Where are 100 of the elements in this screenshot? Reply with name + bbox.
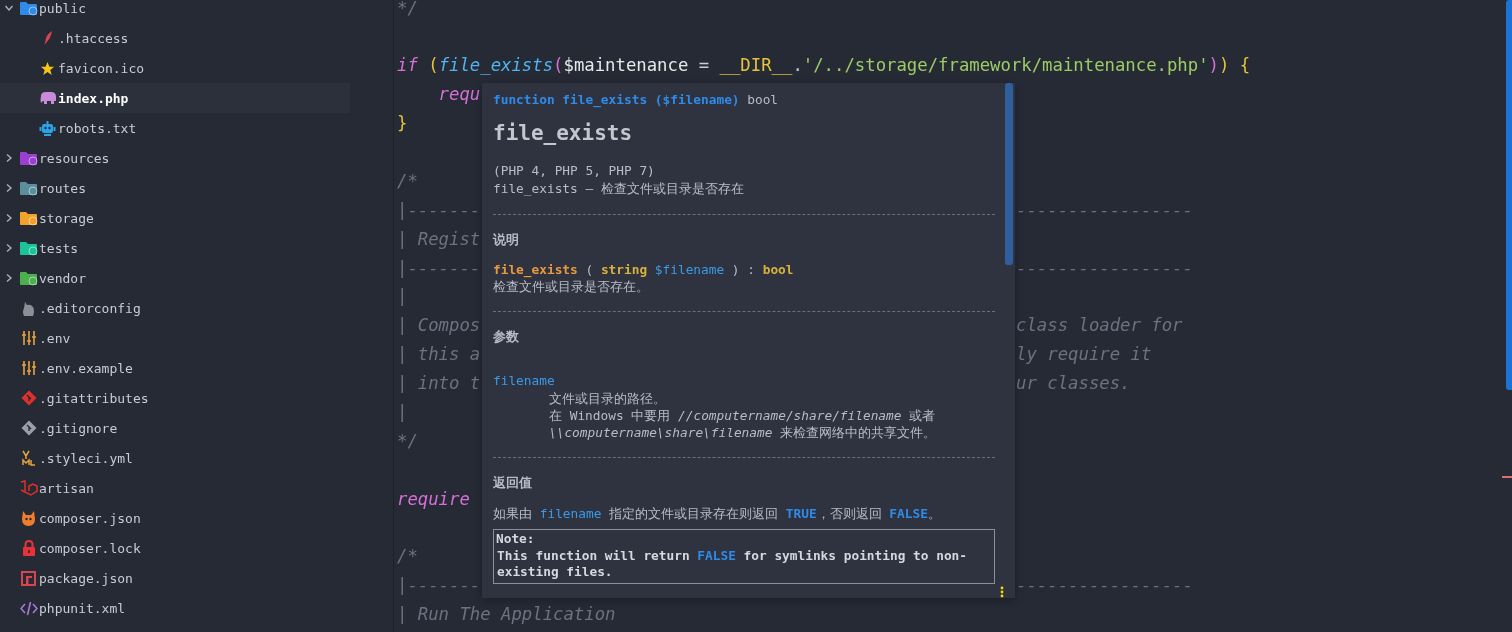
file-name: .htaccess: [58, 30, 129, 46]
code-line: */: [397, 430, 418, 451]
file-name: .styleci.yml: [39, 450, 133, 466]
file-name: tests: [39, 240, 79, 256]
robot-icon: [39, 119, 56, 137]
code-line: | this a: [397, 344, 481, 365]
section-heading: 返回值: [493, 474, 533, 492]
section-heading: 说明: [493, 231, 520, 249]
code-line: |: [397, 286, 408, 307]
file-name: artisan: [39, 480, 94, 496]
file-name: routes: [39, 180, 86, 196]
tree-item[interactable]: artisan: [0, 473, 350, 503]
more-icon[interactable]: [1000, 586, 1004, 598]
chevron-icon[interactable]: [4, 213, 14, 223]
sliders-icon: [20, 361, 37, 375]
chevron-icon[interactable]: [4, 243, 14, 253]
code-line: */: [397, 0, 418, 18]
file-name: .env: [39, 330, 71, 346]
code-line: /*: [397, 170, 418, 191]
version-text: (PHP 4, PHP 5, PHP 7): [493, 162, 656, 180]
code-line: }: [397, 113, 408, 134]
code-line: | Run The Application: [397, 604, 616, 625]
laravel-icon: [19, 479, 38, 497]
feather-icon: [42, 30, 53, 46]
code-line: ly require it: [1016, 343, 1152, 367]
error-marker: [1502, 476, 1512, 478]
code-line: |-------: [397, 199, 481, 220]
tree-item[interactable]: index.php: [0, 83, 350, 113]
folder-icon: [19, 0, 38, 16]
code-line: | into t: [397, 373, 481, 394]
tree-item[interactable]: .env: [0, 323, 350, 353]
folder-icon: [19, 150, 38, 166]
file-name: .editorconfig: [39, 300, 141, 316]
tree-item[interactable]: phpunit.xml: [0, 593, 350, 623]
chevron-icon[interactable]: [4, 3, 14, 13]
code-icon: [19, 600, 38, 616]
file-name: composer.lock: [39, 540, 141, 556]
elephant-icon: [38, 91, 57, 105]
code-line: -----------------: [1016, 574, 1193, 598]
star-icon: [40, 60, 55, 76]
folder-icon: [19, 240, 38, 256]
file-name: phpunit.xml: [39, 600, 126, 616]
note-text: This function will return FALSE for symlinks pointing to non-existing files.: [496, 547, 968, 581]
code-line: class loader for: [1016, 314, 1183, 338]
summary-text: file_exists — 检查文件或目录是否存在: [493, 180, 745, 198]
parameter-description: 在 Windows 中要用 //computername/share/filename 或者 \\computername\share\filename 来检查网络中的共享文件。: [548, 407, 938, 441]
file-name: robots.txt: [58, 120, 137, 136]
function-title: file_exists: [493, 120, 634, 147]
folder-icon: [19, 210, 38, 226]
note-title: Note:: [496, 531, 536, 548]
code-line: |: [397, 401, 408, 422]
file-name: .gitattributes: [39, 390, 149, 406]
code-line: |-------: [397, 257, 481, 278]
tree-item[interactable]: composer.json: [0, 503, 350, 533]
function-synopsis: file_exists ( string $filename ) : bool: [493, 261, 795, 278]
tree-item[interactable]: robots.txt: [0, 113, 350, 143]
tree-item[interactable]: composer.lock: [0, 533, 350, 563]
tree-item[interactable]: vendor: [0, 263, 350, 293]
section-heading: 参数: [493, 328, 520, 346]
tree-item[interactable]: .env.example: [0, 353, 350, 383]
chevron-icon[interactable]: [4, 183, 14, 193]
tree-item[interactable]: tests: [0, 233, 350, 263]
tree-item[interactable]: .editorconfig: [0, 293, 350, 323]
parameter-description: 文件或目录的路径。: [548, 390, 667, 407]
code-line: requ: [437, 84, 481, 105]
tree-item[interactable]: .styleci.yml: [0, 443, 350, 473]
code-line: ur classes.: [1016, 372, 1131, 396]
chevron-icon[interactable]: [4, 153, 14, 163]
git-icon: [20, 420, 37, 436]
tree-item[interactable]: storage: [0, 203, 350, 233]
tree-item[interactable]: .gitignore: [0, 413, 350, 443]
npm-icon: [21, 570, 36, 586]
tree-item[interactable]: .gitattributes: [0, 383, 350, 413]
folder-icon: [19, 180, 38, 196]
document-icon: [21, 450, 36, 466]
tree-item[interactable]: package.json: [0, 563, 350, 593]
tree-item[interactable]: public: [0, 0, 350, 23]
file-name: index.php: [58, 90, 129, 106]
composer-icon: [21, 509, 36, 527]
sliders-icon: [20, 331, 37, 345]
file-name: favicon.ico: [58, 60, 145, 76]
tree-item[interactable]: .htaccess: [0, 23, 350, 53]
description-text: 检查文件或目录是否存在。: [493, 278, 650, 295]
file-name: .env.example: [39, 360, 133, 376]
tree-item[interactable]: resources: [0, 143, 350, 173]
scrollbar[interactable]: [1005, 83, 1013, 265]
file-name: package.json: [39, 570, 133, 586]
tree-item[interactable]: routes: [0, 173, 350, 203]
git-icon: [20, 390, 37, 406]
code-line: -----------------: [1016, 256, 1193, 280]
file-name: vendor: [39, 270, 86, 286]
file-name: storage: [39, 210, 94, 226]
chevron-icon[interactable]: [4, 273, 14, 283]
code-line: | Regist: [397, 228, 481, 249]
code-line: | Compos: [397, 315, 481, 336]
scrollbar[interactable]: [1506, 0, 1512, 390]
lock-icon: [21, 539, 36, 557]
file-name: .gitignore: [39, 420, 118, 436]
parameter-name: filename: [493, 372, 556, 390]
tree-item[interactable]: favicon.ico: [0, 53, 350, 83]
